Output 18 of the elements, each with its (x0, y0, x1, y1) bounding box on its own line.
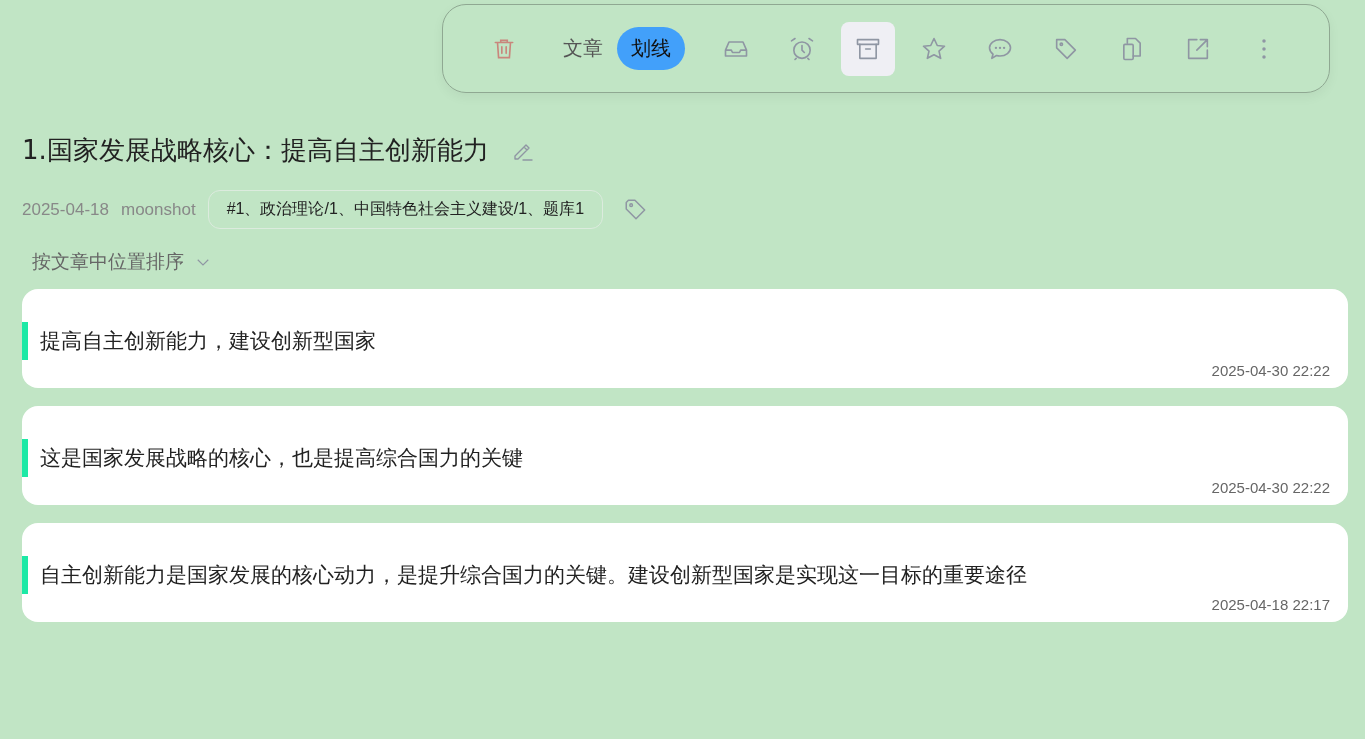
highlight-text: 提高自主创新能力，建设创新型国家 (40, 328, 376, 355)
tag-chip[interactable]: #1、政治理论/1、中国特色社会主义建设/1、题库1 (207, 190, 604, 229)
highlight-time: 2025-04-30 22:22 (1211, 479, 1330, 496)
highlight-time: 2025-04-18 22:17 (1211, 596, 1330, 613)
highlight-text: 自主创新能力是国家发展的核心动力，是提升综合国力的关键。建设创新型国家是实现这一目标的重要途径 (40, 562, 1027, 589)
highlight-card[interactable]: 这是国家发展战略的核心，也是提高综合国力的关键 2025-04-30 22:22 (22, 406, 1348, 505)
article-title: 1.国家发展战略核心：提高自主创新能力 (22, 134, 489, 167)
highlight-card[interactable]: 提高自主创新能力，建设创新型国家 2025-04-30 22:22 (22, 289, 1348, 388)
archive-box-button[interactable] (841, 21, 895, 76)
article-date: 2025-04-18 (22, 199, 109, 220)
highlight-card[interactable]: 自主创新能力是国家发展的核心动力，是提升综合国力的关键。建设创新型国家是实现这一目标的重要途径 2025-04-18 22:17 (22, 523, 1348, 622)
highlight-time: 2025-04-30 22:22 (1211, 362, 1330, 379)
highlight-text: 这是国家发展战略的核心，也是提高综合国力的关键 (40, 445, 523, 472)
article-author: moonshot (120, 199, 196, 220)
view-tab[interactable]: 划线 (617, 27, 685, 70)
more-icon (1261, 37, 1267, 60)
view-tab[interactable]: 文章 (549, 27, 617, 70)
sort-dropdown[interactable]: 按文章中位置排序 (32, 249, 212, 275)
